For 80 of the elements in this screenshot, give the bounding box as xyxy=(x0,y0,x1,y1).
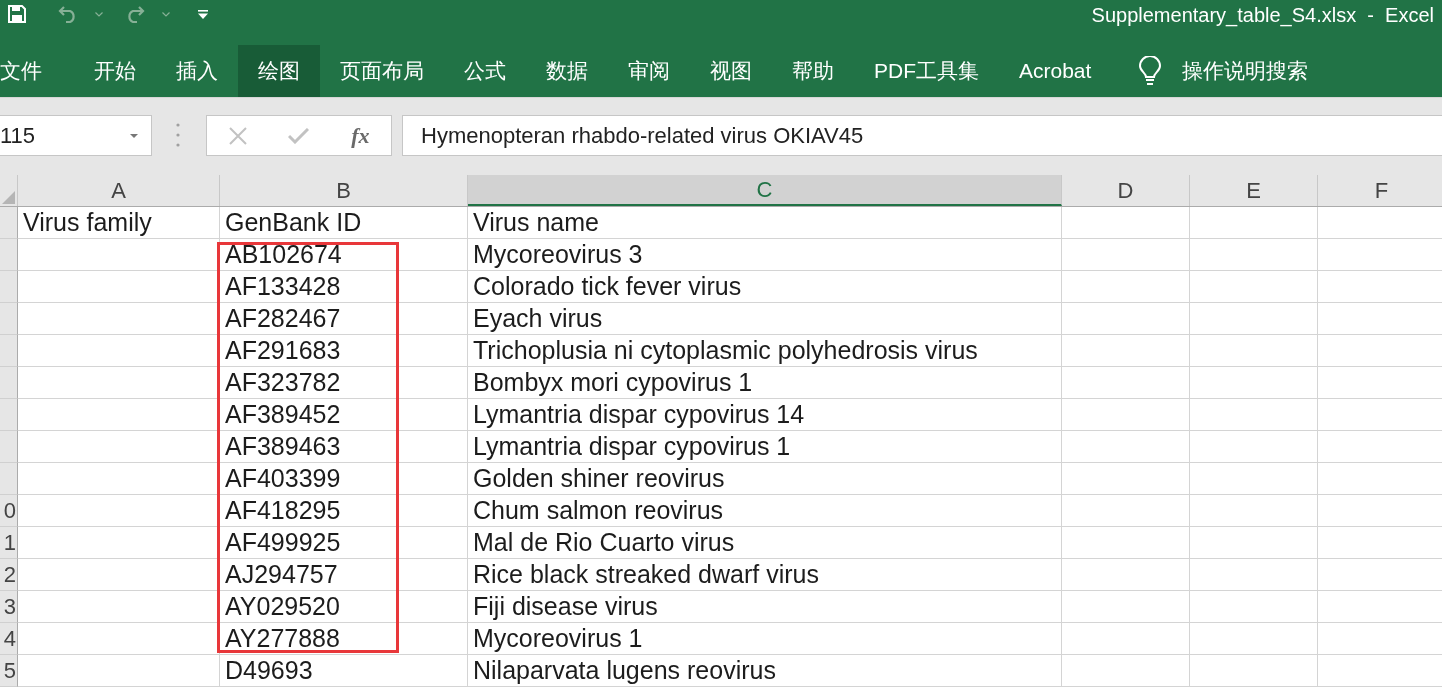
table-cell: AF403399 xyxy=(220,463,468,495)
formula-field[interactable]: Hymenopteran rhabdo-related virus OKIAV45 xyxy=(402,115,1442,156)
checkmark-icon xyxy=(288,127,310,144)
row-header[interactable]: 0 xyxy=(0,495,18,527)
table-cell: Lymantria dispar cypovirus 1 xyxy=(468,431,1062,463)
column-header[interactable]: D xyxy=(1062,175,1190,206)
save-button[interactable] xyxy=(6,2,28,26)
table-cell: AF418295 xyxy=(220,495,468,527)
caret-icon xyxy=(162,11,170,17)
caret-icon xyxy=(95,11,103,17)
lightbulb-icon xyxy=(1138,56,1163,86)
table-cell: AF389463 xyxy=(220,431,468,463)
row-header[interactable]: 3 xyxy=(0,591,18,623)
ribbon-tab[interactable]: 帮助 xyxy=(772,45,854,97)
table-cell: AF133428 xyxy=(220,271,468,303)
window-title: Supplementary_table_S4.xlsx - Excel xyxy=(1091,3,1435,28)
close-icon xyxy=(228,126,247,145)
row-header[interactable]: 2 xyxy=(0,559,18,591)
column-header[interactable]: E xyxy=(1190,175,1318,206)
table-cell: AJ294757 xyxy=(220,559,468,591)
table-cell: AF499925 xyxy=(220,527,468,559)
table-cell: AB102674 xyxy=(220,239,468,271)
table-cell: Colorado tick fever virus xyxy=(468,271,1062,303)
table-cell: AY277888 xyxy=(220,623,468,655)
name-box[interactable]: 115 xyxy=(0,115,152,156)
row-header[interactable] xyxy=(0,239,18,271)
ribbon-tab[interactable]: 数据 xyxy=(526,45,608,97)
table-cell: Rice black streaked dwarf virus xyxy=(468,559,1062,591)
table-cell: AY029520 xyxy=(220,591,468,623)
table-cell: Eyach virus xyxy=(468,303,1062,335)
table-cell: Golden shiner reovirus xyxy=(468,463,1062,495)
row-header[interactable] xyxy=(0,367,18,399)
table-cell: Lymantria dispar cypovirus 14 xyxy=(468,399,1062,431)
ribbon-tab[interactable]: 审阅 xyxy=(608,45,690,97)
table-cell: Mycoreovirus 3 xyxy=(468,239,1062,271)
table-cell: Chum salmon reovirus xyxy=(468,495,1062,527)
undo-icon xyxy=(58,5,78,23)
table-cell: AF282467 xyxy=(220,303,468,335)
column-header[interactable]: C xyxy=(468,175,1062,206)
table-cell: GenBank ID xyxy=(220,207,468,239)
row-header[interactable] xyxy=(0,271,18,303)
dropdown-caret-icon xyxy=(130,133,138,138)
row-header[interactable]: 1 xyxy=(0,527,18,559)
tell-me-search[interactable]: 操作说明搜索 xyxy=(1138,45,1309,97)
row-header[interactable] xyxy=(0,335,18,367)
column-header[interactable]: A xyxy=(18,175,220,206)
insert-function-button[interactable]: fx xyxy=(329,116,391,155)
table-cell: Bombyx mori cypovirus 1 xyxy=(468,367,1062,399)
row-header[interactable] xyxy=(0,463,18,495)
table-cell: AF323782 xyxy=(220,367,468,399)
ribbon-tab[interactable]: 页面布局 xyxy=(320,45,444,97)
table-cell: Mal de Rio Cuarto virus xyxy=(468,527,1062,559)
row-header[interactable] xyxy=(0,431,18,463)
row-header[interactable]: 4 xyxy=(0,623,18,655)
ribbon-tab[interactable]: Acrobat xyxy=(999,45,1112,97)
table-cell: Mycoreovirus 1 xyxy=(468,623,1062,655)
row-header[interactable] xyxy=(0,303,18,335)
row-header[interactable]: 5 xyxy=(0,655,18,687)
ribbon-tab[interactable]: 绘图 xyxy=(238,45,320,97)
row-header[interactable] xyxy=(0,399,18,431)
ribbon-tab[interactable]: 视图 xyxy=(690,45,772,97)
table-cell: AF389452 xyxy=(220,399,468,431)
table-cell: AF291683 xyxy=(220,335,468,367)
column-header[interactable]: F xyxy=(1318,175,1442,206)
ribbon-tab[interactable]: 插入 xyxy=(156,45,238,97)
redo-icon xyxy=(125,5,145,23)
table-cell: Virus family xyxy=(18,207,220,239)
select-all-corner[interactable] xyxy=(0,175,18,206)
ribbon-tab[interactable]: 开始 xyxy=(74,45,156,97)
ribbon-tab[interactable]: PDF工具集 xyxy=(854,45,999,97)
table-cell: Trichoplusia ni cytoplasmic polyhedrosis virus xyxy=(468,335,1062,367)
row-header[interactable] xyxy=(0,207,18,239)
table-cell: Fiji disease virus xyxy=(468,591,1062,623)
ribbon-tab[interactable]: 公式 xyxy=(444,45,526,97)
table-cell: D49693 xyxy=(220,655,468,687)
ribbon-tab[interactable]: 文件 xyxy=(0,45,62,97)
save-icon xyxy=(8,5,26,23)
table-cell: Virus name xyxy=(468,207,1062,239)
table-cell: Nilaparvata lugens reovirus xyxy=(468,655,1062,687)
customize-caret-icon xyxy=(198,9,208,19)
